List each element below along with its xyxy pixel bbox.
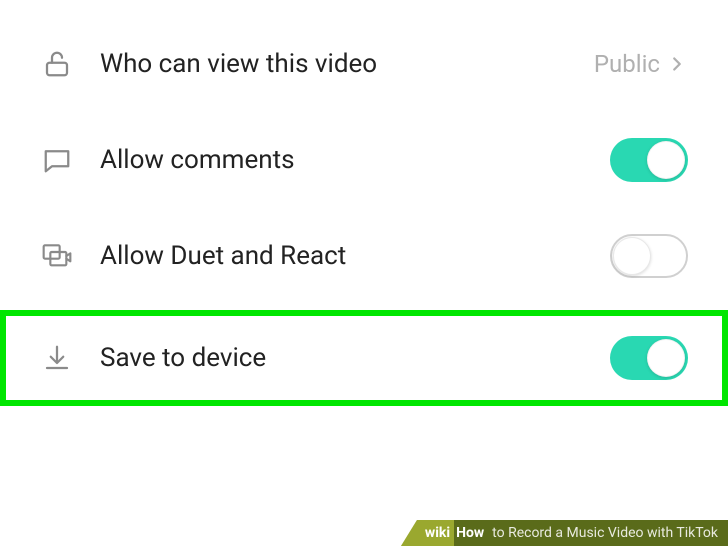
wikihow-logo-how: How — [454, 520, 488, 546]
save-device-toggle[interactable] — [610, 336, 688, 380]
toggle-knob — [613, 237, 651, 275]
comments-row: Allow comments — [0, 112, 728, 208]
duet-icon — [40, 239, 74, 273]
comments-label: Allow comments — [100, 145, 610, 175]
chevron-right-icon — [666, 53, 688, 75]
comment-icon — [40, 143, 74, 177]
duet-label: Allow Duet and React — [100, 241, 610, 271]
video-settings-list: Who can view this video Public Allow com… — [0, 0, 728, 406]
toggle-knob — [647, 339, 685, 377]
save-device-row: Save to device — [0, 310, 728, 406]
privacy-value: Public — [594, 50, 660, 78]
privacy-row[interactable]: Who can view this video Public — [0, 16, 728, 112]
duet-toggle[interactable] — [610, 234, 688, 278]
toggle-knob — [647, 141, 685, 179]
wikihow-logo-wiki: wiki — [401, 520, 454, 546]
wikihow-article-title: to Record a Music Video with TikTok — [488, 520, 728, 546]
save-device-label: Save to device — [100, 343, 610, 373]
lock-open-icon — [40, 47, 74, 81]
download-icon — [40, 341, 74, 375]
privacy-label: Who can view this video — [100, 49, 594, 79]
duet-row: Allow Duet and React — [0, 208, 728, 304]
wikihow-caption-bar: wiki How to Record a Music Video with Ti… — [401, 520, 728, 546]
comments-toggle[interactable] — [610, 138, 688, 182]
